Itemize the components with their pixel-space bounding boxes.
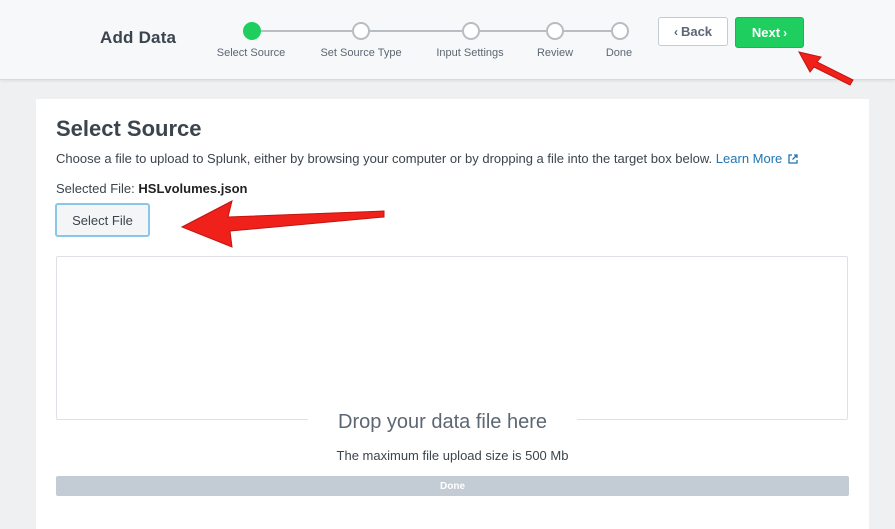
step-label-review: Review <box>536 47 574 59</box>
chevron-right-icon: › <box>783 25 788 40</box>
wizard-header: Add Data Select Source Set Source Type I… <box>0 0 895 80</box>
file-drop-zone[interactable] <box>56 256 848 420</box>
next-button-label: Next <box>751 25 781 40</box>
step-connector <box>258 30 352 32</box>
step-label-input-settings: Input Settings <box>436 47 504 59</box>
learn-more-link[interactable]: Learn More <box>716 151 798 166</box>
step-label-set-source-type: Set Source Type <box>320 47 402 59</box>
step-connector <box>561 30 611 32</box>
external-link-icon <box>788 154 798 164</box>
learn-more-label: Learn More <box>715 151 783 166</box>
description-text: Choose a file to upload to Splunk, eithe… <box>56 151 856 166</box>
next-button[interactable]: Next › <box>735 17 804 48</box>
selected-file-name: HSLvolumes.json <box>138 181 248 196</box>
drop-zone-text: Drop your data file here <box>308 411 578 434</box>
step-dot-done <box>611 22 629 40</box>
step-connector <box>477 30 546 32</box>
max-size-text: The maximum file upload size is 500 Mb <box>336 448 569 463</box>
step-label-done: Done <box>605 47 633 59</box>
section-title: Select Source <box>56 116 202 141</box>
step-dot-review <box>546 22 564 40</box>
back-button[interactable]: ‹ Back <box>658 17 728 46</box>
step-dot-set-source-type <box>352 22 370 40</box>
step-label-select-source: Select Source <box>216 47 286 59</box>
upload-progress-bar: Done <box>56 476 849 496</box>
selected-file-label: Selected File: <box>56 181 135 196</box>
selected-file-row: Selected File: HSLvolumes.json <box>56 181 247 196</box>
description-body: Choose a file to upload to Splunk, eithe… <box>56 151 713 166</box>
select-file-button[interactable]: Select File <box>55 203 150 237</box>
step-dot-select-source <box>243 22 261 40</box>
chevron-left-icon: ‹ <box>673 24 678 39</box>
step-connector <box>367 30 462 32</box>
back-button-label: Back <box>680 24 713 39</box>
select-source-panel: Select Source Choose a file to upload to… <box>36 99 869 529</box>
step-dot-input-settings <box>462 22 480 40</box>
page-title: Add Data <box>100 28 177 47</box>
